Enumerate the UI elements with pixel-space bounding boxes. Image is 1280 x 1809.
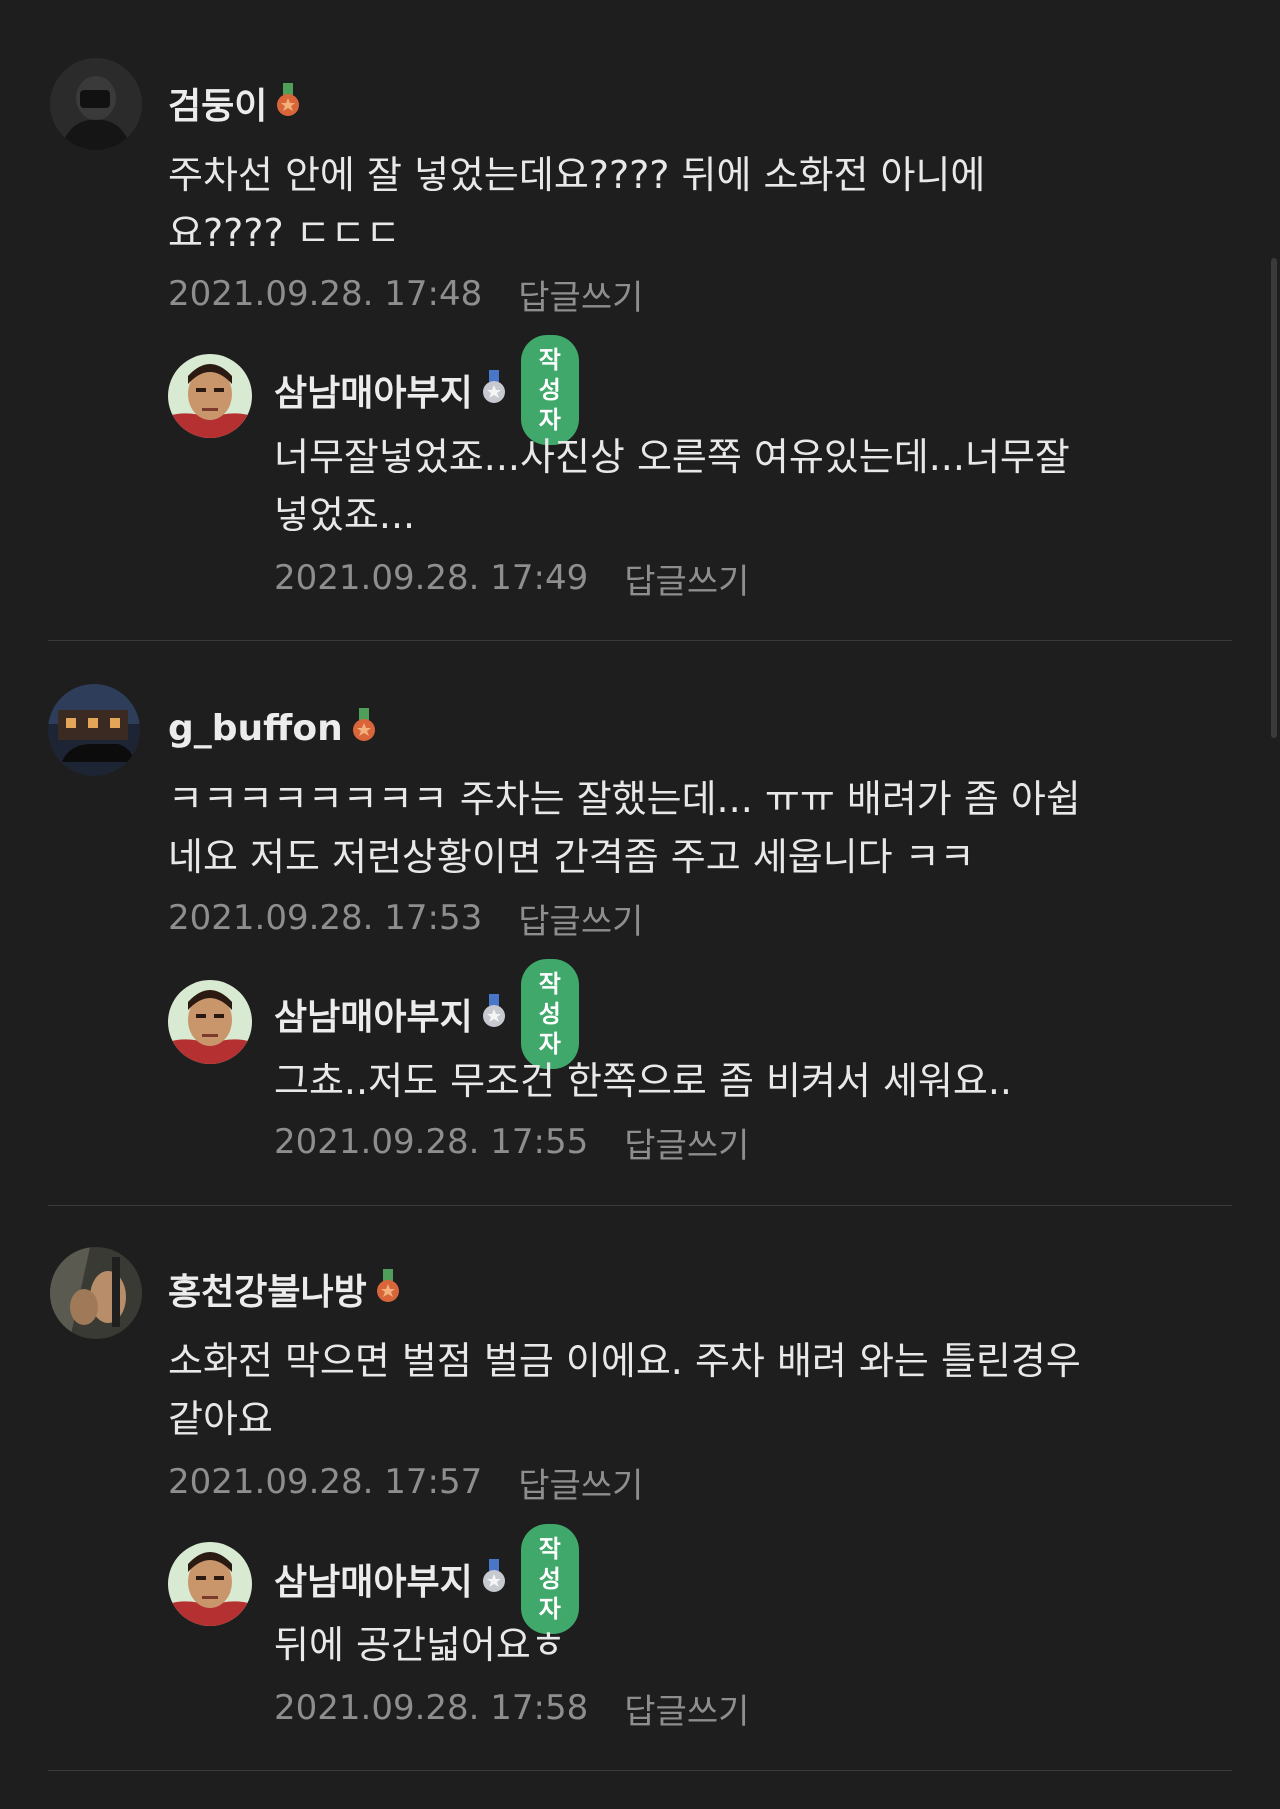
- comment-text: 그쵸..저도 무조건 한쪽으로 좀 비켜서 세워요..: [274, 1059, 1012, 1103]
- silver-medal-icon: [481, 994, 507, 1034]
- avatar[interactable]: [168, 980, 252, 1064]
- reply-button[interactable]: 답글쓰기: [518, 894, 643, 943]
- nickname[interactable]: 삼남매아부지: [274, 364, 473, 416]
- timestamp: 2021.09.28. 17:48: [168, 274, 483, 314]
- timestamp: 2021.09.28. 17:49: [274, 558, 589, 598]
- avatar[interactable]: [168, 354, 252, 438]
- comment-text: 너무잘넣었죠...사진상 오른쪽 여유있는데...너무잘 넣었죠...: [274, 435, 1070, 537]
- comment-meta: 2021.09.28. 17:49 답글쓰기: [274, 554, 749, 602]
- reply-button[interactable]: 답글쓰기: [518, 270, 643, 319]
- bronze-medal-icon: [351, 708, 377, 748]
- reply-button[interactable]: 답글쓰기: [518, 1458, 643, 1507]
- divider: [48, 1770, 1232, 1771]
- comment-header: 삼남매아부지 작성자: [274, 1524, 579, 1634]
- comment-meta: 2021.09.28. 17:48 답글쓰기: [168, 270, 643, 318]
- avatar[interactable]: [50, 1247, 142, 1339]
- nickname[interactable]: 홍천강불나방: [168, 1263, 367, 1315]
- comment-header: 삼남매아부지 작성자: [274, 335, 579, 445]
- divider: [48, 640, 1232, 641]
- scrollbar[interactable]: [1271, 258, 1277, 738]
- comment-header: 홍천강불나방: [168, 1264, 401, 1314]
- timestamp: 2021.09.28. 17:53: [168, 898, 483, 938]
- comment-text: 뒤에 공간넓어요ㅎ: [274, 1623, 566, 1667]
- comment-meta: 2021.09.28. 17:53 답글쓰기: [168, 894, 643, 942]
- comment-header: 검둥이: [168, 78, 301, 128]
- avatar[interactable]: [168, 1542, 252, 1626]
- comment-header: g_buffon: [168, 703, 377, 753]
- comment-meta: 2021.09.28. 17:58 답글쓰기: [274, 1684, 749, 1732]
- silver-medal-icon: [481, 1559, 507, 1599]
- reply-button[interactable]: 답글쓰기: [624, 554, 749, 603]
- comment-header: 삼남매아부지 작성자: [274, 959, 579, 1069]
- avatar[interactable]: [48, 684, 140, 776]
- comment-text: ㅋㅋㅋㅋㅋㅋㅋㅋ 주차는 잘했는데... ㅠㅠ 배려가 좀 아쉽 네요 저도 저…: [168, 777, 1081, 879]
- timestamp: 2021.09.28. 17:55: [274, 1122, 589, 1162]
- divider: [48, 1205, 1232, 1206]
- bronze-medal-icon: [375, 1269, 401, 1309]
- avatar[interactable]: [50, 58, 142, 150]
- timestamp: 2021.09.28. 17:58: [274, 1688, 589, 1728]
- comment-text: 주차선 안에 잘 넣었는데요???? 뒤에 소화전 아니에 요???? ㄷㄷㄷ: [168, 153, 986, 255]
- nickname[interactable]: 삼남매아부지: [274, 1553, 473, 1605]
- nickname[interactable]: 검둥이: [168, 77, 267, 129]
- silver-medal-icon: [481, 370, 507, 410]
- nickname[interactable]: g_buffon: [168, 708, 343, 749]
- timestamp: 2021.09.28. 17:57: [168, 1462, 483, 1502]
- comment-meta: 2021.09.28. 17:55 답글쓰기: [274, 1118, 749, 1166]
- reply-button[interactable]: 답글쓰기: [624, 1684, 749, 1733]
- nickname[interactable]: 삼남매아부지: [274, 988, 473, 1040]
- reply-button[interactable]: 답글쓰기: [624, 1118, 749, 1167]
- bronze-medal-icon: [275, 83, 301, 123]
- comment-text: 소화전 막으면 벌점 벌금 이에요. 주차 배려 와는 틀린경우 같아요: [168, 1339, 1081, 1441]
- comment-meta: 2021.09.28. 17:57 답글쓰기: [168, 1458, 643, 1506]
